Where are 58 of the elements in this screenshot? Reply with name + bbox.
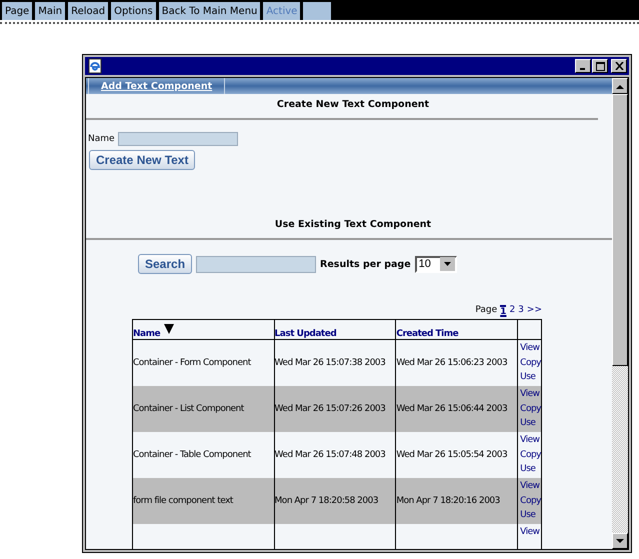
action-link[interactable]: View	[520, 433, 540, 448]
table-cell: Wed Mar 26 15:07:38 2003	[274, 358, 386, 368]
table-cell: Mon Apr 7 18:20:16 2003	[396, 496, 500, 506]
scroll-thumb[interactable]	[612, 94, 628, 366]
search-field[interactable]	[196, 256, 316, 272]
minimize-button[interactable]	[575, 59, 591, 73]
maximize-button[interactable]	[592, 59, 608, 73]
search-button[interactable]: Search	[138, 254, 192, 274]
page-label: Page	[475, 305, 498, 317]
table-cell: Mon Apr 7 18:20:58 2003	[274, 496, 378, 506]
action-link[interactable]: Use	[520, 416, 536, 430]
menu-button[interactable]: Page	[2, 2, 32, 20]
page-icon	[87, 58, 103, 74]
next-page-link[interactable]: >>	[526, 305, 542, 317]
column-header[interactable]: Name	[133, 329, 160, 339]
tab[interactable]: Add Text Component	[88, 78, 226, 94]
page-link[interactable]: 1	[500, 305, 506, 317]
action-link[interactable]: Use	[520, 508, 536, 522]
section-title: Use Existing Text Component	[274, 218, 432, 230]
menu-button[interactable]: Options	[111, 2, 156, 20]
scroll-down-button[interactable]	[612, 533, 628, 549]
table-cell: Container - List Component	[133, 404, 244, 414]
name-field[interactable]	[118, 132, 238, 146]
action-link[interactable]: Copy	[520, 356, 541, 370]
menu-button[interactable]: Back To Main Menu	[158, 2, 260, 20]
maximize-icon	[596, 62, 604, 70]
menu-button[interactable]: Reload	[68, 2, 108, 20]
table-cell: Container - Table Component	[133, 450, 251, 460]
page-link[interactable]: 2	[509, 305, 516, 317]
action-link[interactable]: Use	[520, 462, 536, 476]
action-link[interactable]: Copy	[520, 402, 541, 416]
table-cell: Wed Mar 26 15:05:54 2003	[396, 450, 508, 460]
table-cell: Wed Mar 26 15:07:26 2003	[274, 404, 386, 414]
page-link[interactable]: 3	[518, 305, 524, 317]
table-cell: Container - Form Component	[133, 358, 251, 368]
up-arrow-icon	[616, 84, 624, 88]
action-link[interactable]: View	[520, 479, 540, 494]
table-cell: Wed Mar 26 15:06:23 2003	[396, 358, 508, 368]
close-button[interactable]	[611, 59, 627, 73]
create-button[interactable]: Create New Text	[89, 150, 196, 170]
results-label: Results per page	[320, 258, 411, 270]
scroll-up-button[interactable]	[612, 78, 628, 94]
table-cell: Wed Mar 26 15:06:44 2003	[396, 404, 508, 414]
close-icon	[614, 62, 624, 70]
menu-button[interactable]: Main	[35, 2, 66, 20]
action-link[interactable]: View	[520, 525, 540, 540]
down-arrow-icon	[616, 538, 624, 544]
table-cell: form file component text	[133, 496, 233, 506]
table-cell: Wed Mar 26 15:07:48 2003	[274, 450, 386, 460]
results-dropdown[interactable]: 10	[414, 256, 457, 272]
menu-bar-end	[303, 2, 332, 20]
section-title: Create New Text Component	[276, 98, 430, 110]
action-link[interactable]: Copy	[520, 494, 541, 508]
name-label: Name	[88, 134, 115, 144]
action-link[interactable]: Copy	[520, 448, 541, 462]
action-link[interactable]: View	[520, 387, 540, 402]
action-link[interactable]: View	[520, 341, 540, 356]
action-link[interactable]: Use	[520, 370, 536, 384]
